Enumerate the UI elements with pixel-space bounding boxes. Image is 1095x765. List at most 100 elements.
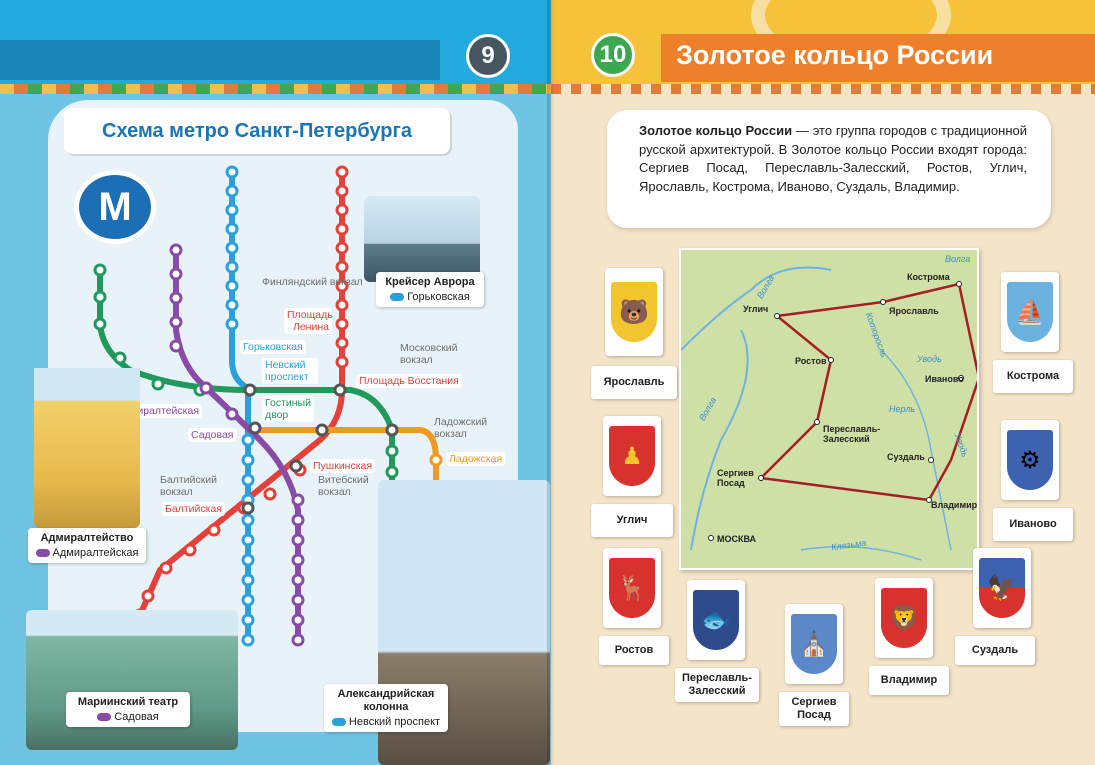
station-dot [169,339,183,353]
station-label-finlyandsky: Финляндский вокзал [262,276,363,288]
station-label-gostiny: Гостиный двор [262,396,314,422]
station-dot [385,465,399,479]
caption-admiralty-station: Адмиралтейская [52,547,139,559]
station-dot [335,203,349,217]
coat-label-kostroma: Кострома [993,360,1073,393]
river-label-uvod-1: Уводь [917,354,942,364]
map-city-pereslavl: Переславль-Залесский [823,424,881,444]
station-dot [93,290,107,304]
weaver-icon: ⚙ [1007,430,1053,490]
caption-aurora: Крейсер Аврора Горьковская [376,272,484,307]
caption-alexander-title: Александрийская колонна [337,688,435,713]
bear-icon: 🐻 [611,282,657,342]
station-dot [335,241,349,255]
station-dot [241,433,255,447]
aurora-cruiser-image [364,196,480,282]
transfer-station-dot [385,423,399,437]
intro-bold: Золотое кольцо России [639,123,793,138]
station-dot [291,553,305,567]
left-page: 9 Схема метро Санкт-Петербурга M Финлянд… [0,0,551,765]
station-dot [183,543,197,557]
lion-icon: 🦁 [881,588,927,648]
station-dot [241,573,255,587]
golden-ring-map: Кострома Ярославль Углич Ростов Иваново … [679,248,979,570]
metro-line-icon [97,713,112,721]
caption-alexander-station: Невский проспект [348,716,441,728]
coat-of-arms-vladimir: 🦁 [875,578,933,658]
header-pattern [551,84,1095,94]
coat-of-arms-suzdal: 🦅 [973,548,1031,628]
golden-ring-route [681,266,977,561]
transfer-station-dot [241,501,255,515]
station-dot [93,317,107,331]
station-dot [199,381,213,395]
map-city-rostov: Ростов [795,356,827,366]
caption-aurora-station: Горьковская [407,291,470,303]
mariinsky-theatre-image [26,610,238,750]
metro-line-icon [390,293,405,301]
transfer-station-dot [243,383,257,397]
coat-of-arms-uglich: ♟ [603,416,661,496]
station-dot [225,407,239,421]
caption-alexander-column: Александрийская колонна Невский проспект [324,684,448,732]
book-spine [547,0,555,765]
map-city-moscow: МОСКВА [717,534,757,544]
station-dot [225,279,239,293]
map-city-vladimir: Владимир [931,500,978,510]
metro-line-icon [331,718,346,726]
caption-admiralty-title: Адмиралтейство [40,532,134,544]
station-dot [335,184,349,198]
transfer-station-dot [248,421,262,435]
coat-of-arms-pereslavl: 🐟 [687,580,745,660]
station-dot [225,184,239,198]
station-label-vitebsky: Витебский вокзал [318,474,369,498]
coat-label-rostov: Ростов [599,636,669,665]
map-city-yaroslavl: Ярославль [889,306,939,316]
station-dot [291,593,305,607]
coat-label-pereslavl: Переславль-Залесский [675,668,759,702]
map-city-uglich: Углич [743,304,769,314]
transfer-station-dot [315,423,329,437]
map-city-suzdal: Суздаль [887,452,925,462]
map-city-sergiev: Сергиев Посад [717,468,754,488]
station-dot [291,513,305,527]
station-dot [207,523,221,537]
station-dot [225,241,239,255]
fish-icon: 🐟 [693,590,739,650]
station-dot [335,165,349,179]
station-dot [241,513,255,527]
coat-label-vladimir: Владимир [869,666,949,695]
coat-label-ivanovo: Иваново [993,508,1073,541]
river-label-nerl: Нерль [889,404,916,414]
admiralty-image [34,368,140,528]
page-number-10: 10 [591,33,635,77]
station-dot [169,243,183,257]
map-city-ivanovo: Иваново [925,374,964,384]
station-dot [335,355,349,369]
coat-of-arms-ivanovo: ⚙ [1001,420,1059,500]
station-label-moskovsky: Московский вокзал [400,342,458,366]
station-dot [225,203,239,217]
river-label-volga-2: Волга [945,254,971,264]
station-label-pushkinskaya: Пушкинская [310,459,376,473]
station-label-ladozhskaya: Ладожская [446,452,506,466]
page-title: Золотое кольцо России [676,40,994,70]
station-dot [241,473,255,487]
station-dot [429,453,443,467]
map-city-kostroma: Кострома [907,272,950,282]
coat-label-sergiev: Сергиев Посад [779,692,849,726]
station-dot [263,487,277,501]
station-dot [335,222,349,236]
station-label-gorkovskaya: Горьковская [240,340,306,354]
metro-line-red [137,172,345,617]
station-label-ladozhsky: Ладожский вокзал [434,416,488,440]
intro-text-box: Золотое кольцо России — это группа город… [607,110,1051,228]
station-dot [291,493,305,507]
station-dot [225,165,239,179]
transfer-station-dot [289,459,303,473]
saint-icon: ♟ [609,426,655,486]
station-dot [335,298,349,312]
station-dot [93,263,107,277]
station-dot [159,561,173,575]
station-dot [225,222,239,236]
